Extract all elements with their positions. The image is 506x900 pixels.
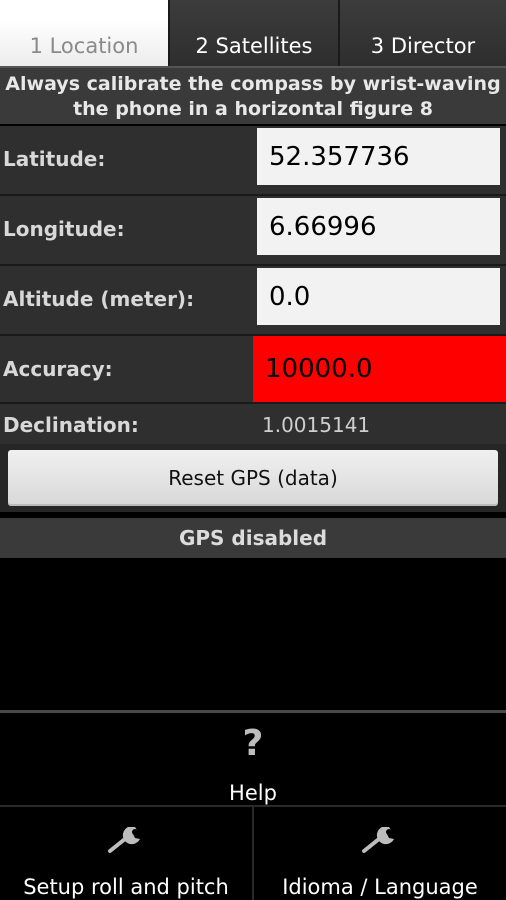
wrench-icon — [362, 827, 394, 853]
accuracy-label: Accuracy: — [3, 357, 113, 381]
tab-location-label: 1 Location — [29, 34, 139, 58]
calibration-notice: Always calibrate the compass by wrist-wa… — [0, 66, 506, 124]
tab-director-label: 3 Director — [370, 34, 476, 58]
help-label: Help — [229, 781, 277, 805]
gps-status: GPS disabled — [0, 518, 506, 558]
calibration-notice-line2: the phone in a horizontal figure 8 — [73, 98, 433, 120]
reset-gps-button[interactable]: Reset GPS (data) — [8, 450, 498, 506]
longitude-label: Longitude: — [3, 217, 125, 241]
declination-row: Declination: 1.0015141 — [0, 404, 506, 444]
tab-location[interactable]: 1 Location — [0, 0, 168, 66]
tab-bar: 1 Location 2 Satellites 3 Director — [0, 0, 506, 66]
declination-value: 1.0015141 — [262, 413, 371, 437]
tab-satellites-label: 2 Satellites — [195, 34, 313, 58]
longitude-field[interactable]: 6.66996 — [257, 198, 500, 255]
longitude-row: Longitude: 6.66996 — [0, 196, 506, 264]
declination-label: Declination: — [3, 413, 139, 437]
question-icon: ? — [242, 723, 264, 764]
altitude-label: Altitude (meter): — [3, 287, 195, 311]
help-menu-item[interactable]: ? Help — [0, 713, 506, 806]
altitude-field[interactable]: 0.0 — [257, 268, 500, 325]
language-menu-item[interactable]: Idioma / Language — [254, 807, 506, 900]
accuracy-value: 10000.0 — [253, 336, 506, 402]
setup-roll-pitch-label: Setup roll and pitch — [23, 875, 229, 899]
reset-button-container: Reset GPS (data) — [0, 444, 506, 512]
wrench-icon — [108, 827, 140, 853]
tab-director[interactable]: 3 Director — [338, 0, 506, 66]
accuracy-row: Accuracy: 10000.0 — [0, 336, 506, 402]
setup-roll-pitch-menu-item[interactable]: Setup roll and pitch — [0, 807, 252, 900]
calibration-notice-line1: Always calibrate the compass by wrist-wa… — [5, 73, 501, 95]
altitude-row: Altitude (meter): 0.0 — [0, 266, 506, 334]
language-label: Idioma / Language — [282, 875, 478, 899]
latitude-row: Latitude: 52.357736 — [0, 126, 506, 194]
latitude-field[interactable]: 52.357736 — [257, 128, 500, 185]
latitude-label: Latitude: — [3, 147, 106, 171]
tab-satellites[interactable]: 2 Satellites — [168, 0, 338, 66]
